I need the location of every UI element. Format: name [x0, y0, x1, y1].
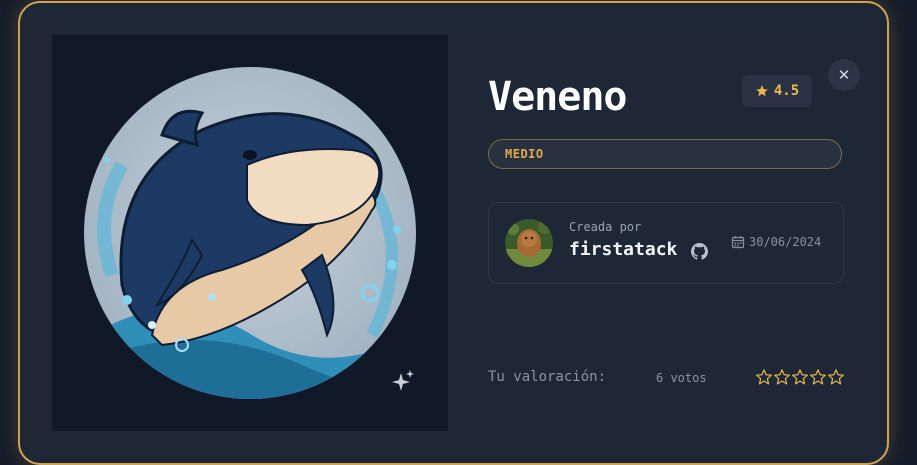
rating-value: 4.5: [773, 83, 800, 99]
user-rating-label: Tu valoración:: [488, 369, 607, 385]
star-rating-button[interactable]: [755, 367, 773, 387]
orca-illustration: [84, 67, 416, 399]
avatar[interactable]: [505, 219, 553, 267]
star-rating-button[interactable]: [791, 367, 809, 387]
difficulty-label: MEDIO: [505, 147, 544, 161]
creation-date: 30/06/2024: [731, 235, 821, 249]
rating-badge: 4.5: [742, 75, 812, 107]
close-icon: ✕: [837, 66, 851, 84]
close-button[interactable]: ✕: [828, 59, 860, 91]
challenge-card: Veneno 4.5 ✕ MEDIO Creada por firstatack: [18, 1, 889, 465]
author-name[interactable]: firstatack: [569, 239, 677, 260]
votes-count: 6 votos: [656, 371, 707, 385]
date-value: 30/06/2024: [749, 235, 822, 249]
difficulty-badge: MEDIO: [488, 139, 842, 169]
calendar-icon: [731, 236, 745, 249]
rating-stars: [755, 367, 845, 387]
star-rating-button[interactable]: [809, 367, 827, 387]
author-info: Creada por firstatack 30/06/2024: [488, 202, 844, 284]
github-icon[interactable]: [691, 243, 708, 260]
star-icon: [756, 85, 768, 97]
sparkle-icon: [392, 370, 414, 391]
challenge-image: [52, 35, 448, 431]
star-rating-button[interactable]: [827, 367, 845, 387]
star-rating-button[interactable]: [773, 367, 791, 387]
created-by-label: Creada por: [569, 220, 642, 234]
challenge-title: Veneno: [488, 74, 627, 120]
